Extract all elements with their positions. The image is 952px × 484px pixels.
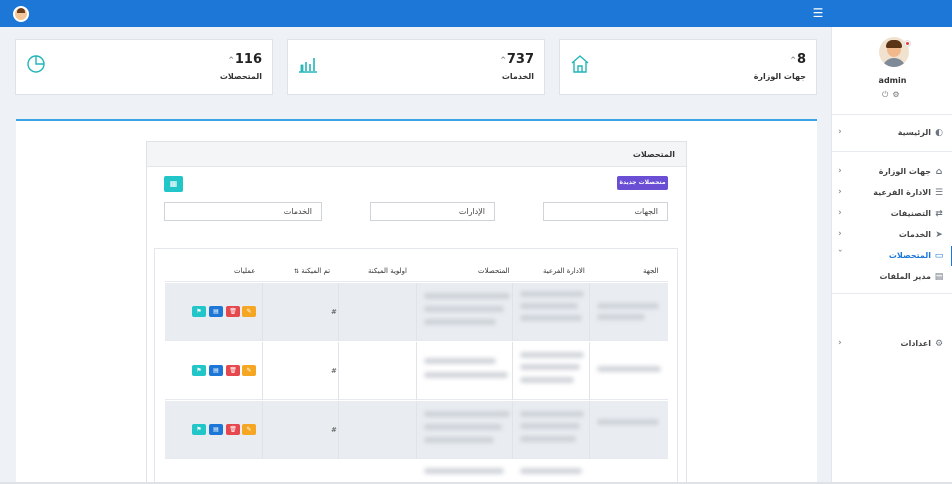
home-icon: ⌂: [935, 167, 943, 177]
sidebar-item-label: المتحصلات: [888, 251, 931, 260]
home-icon: [570, 54, 590, 74]
sidebar-item-settings[interactable]: ⚙ اعدادات ‹: [832, 334, 952, 354]
sidebar-item-categories[interactable]: ⇄ التصنيفات ‹: [832, 204, 952, 224]
sidebar-item-label: اعدادات: [900, 339, 931, 348]
top-navbar: ☰: [0, 0, 952, 27]
automated-value: #: [331, 367, 337, 375]
sidebar-item-label: جهات الوزارة: [878, 167, 931, 176]
delete-button[interactable]: 🗑: [226, 365, 240, 376]
power-icon[interactable]: ⏻: [882, 90, 892, 99]
flag-button[interactable]: ⚑: [192, 424, 206, 435]
stat-label: الخدمات: [501, 72, 534, 81]
list-icon: ☰: [934, 188, 944, 198]
th-entity: الجهة: [643, 267, 659, 275]
view-button[interactable]: ▤: [209, 306, 223, 317]
user-tools: ⏻⚙: [882, 90, 904, 100]
chevron-left-icon: ‹: [838, 187, 842, 197]
view-button[interactable]: ▤: [209, 424, 223, 435]
export-excel-button[interactable]: ▦: [164, 176, 183, 192]
services-select[interactable]: الخدمات: [164, 202, 322, 221]
sidebar-item-label: التصنيفات: [890, 209, 931, 218]
pie-chart-icon: [26, 54, 46, 74]
send-icon: ➤: [935, 230, 943, 240]
delete-button[interactable]: 🗑: [226, 424, 240, 435]
chevron-left-icon: ‹: [838, 338, 842, 348]
file-icon: ▤: [934, 272, 944, 282]
sidebar-divider: [832, 293, 952, 294]
sidebar-item-file-manager[interactable]: ▤ مدير الملفات: [832, 267, 952, 287]
view-button[interactable]: ▤: [209, 365, 223, 376]
automated-value: #: [331, 308, 337, 316]
delete-button[interactable]: 🗑: [226, 306, 240, 317]
gear-icon: ⚙: [934, 339, 944, 349]
shuffle-icon: ⇄: [935, 209, 943, 219]
th-collections: المتحصلات: [478, 267, 510, 275]
sidebar-item-sub-departments[interactable]: ☰ الادارة الفرعية ‹: [832, 183, 952, 203]
th-actions: عمليات: [234, 267, 256, 275]
sidebar: admin ⏻⚙ ◐ الرئيسية ‹ ⌂ جهات الوزارة ‹ ☰…: [831, 27, 952, 484]
th-automated-label: تم الميكنة: [301, 267, 331, 275]
sidebar-item-label: مدير الملفات: [879, 272, 931, 281]
table-row[interactable]: # ⚑ ▤ 🗑 ✎: [165, 283, 668, 341]
th-priority: اولوية الميكنة: [368, 267, 407, 275]
edit-button[interactable]: ✎: [242, 306, 256, 317]
sidebar-item-home[interactable]: ◐ الرئيسية ‹: [832, 123, 952, 143]
row-actions: ⚑ ▤ 🗑 ✎: [192, 306, 256, 317]
table-row[interactable]: # ⚑ ▤ 🗑 ✎: [165, 401, 668, 459]
chevron-left-icon: ‹: [838, 127, 842, 137]
th-automated[interactable]: ⇅ تم الميكنة: [294, 267, 330, 275]
edit-button[interactable]: ✎: [242, 424, 256, 435]
stat-label: المتحصلات: [219, 72, 262, 81]
sidebar-divider: [832, 151, 952, 152]
edit-button[interactable]: ✎: [242, 365, 256, 376]
row-actions: ⚑ ▤ 🗑 ✎: [192, 365, 256, 376]
sidebar-item-label: الادارة الفرعية: [873, 188, 931, 197]
dashboard-icon: ◐: [935, 128, 943, 138]
stat-card-collections[interactable]: ⌃116 المتحصلات: [15, 39, 273, 95]
new-collection-button[interactable]: متحصلات جديدة: [617, 176, 668, 190]
chevron-left-icon: ‹: [838, 208, 842, 218]
sidebar-item-label: الرئيسية: [897, 128, 931, 137]
chevron-left-icon: ‹: [838, 166, 842, 176]
stat-value: ⌃737: [499, 52, 534, 67]
stat-label: جهات الوزارة: [753, 72, 806, 81]
user-avatar-icon[interactable]: [13, 6, 29, 22]
user-name: admin: [878, 76, 907, 85]
table-header-divider: [165, 281, 668, 282]
automated-value: #: [331, 426, 337, 434]
sidebar-item-ministry-entities[interactable]: ⌂ جهات الوزارة ‹: [832, 162, 952, 182]
bar-chart-icon: [298, 54, 318, 74]
flag-button[interactable]: ⚑: [192, 365, 206, 376]
chevron-left-icon: ‹: [838, 229, 842, 239]
row-actions: ⚑ ▤ 🗑 ✎: [192, 424, 256, 435]
file-export-icon: ▦: [169, 179, 178, 188]
departments-select[interactable]: الإدارات: [370, 202, 495, 221]
stat-value: ⌃8: [789, 52, 806, 67]
table-row[interactable]: # ⚑ ▤ 🗑 ✎: [165, 342, 668, 400]
sidebar-item-collections[interactable]: ▭ المتحصلات ˇ: [832, 246, 952, 266]
card-header: المتحصلات: [147, 142, 686, 167]
sidebar-item-label: الخدمات: [898, 230, 931, 239]
stat-card-ministry-entities[interactable]: ⌃8 جهات الوزارة: [559, 39, 817, 95]
flag-button[interactable]: ⚑: [192, 306, 206, 317]
settings-gear-icon[interactable]: ⚙: [892, 90, 903, 99]
status-dot-icon: [904, 40, 911, 47]
entities-select[interactable]: الجهات: [543, 202, 668, 221]
card-icon: ▭: [934, 251, 944, 261]
card-title: المتحصلات: [632, 150, 675, 159]
table-row[interactable]: [165, 460, 668, 484]
stat-card-services[interactable]: ⌃737 الخدمات: [287, 39, 545, 95]
sort-icon: ⇅: [294, 268, 300, 275]
sidebar-divider: [832, 114, 952, 115]
sidebar-item-services[interactable]: ➤ الخدمات ‹: [832, 225, 952, 245]
chevron-down-icon: ˇ: [838, 250, 843, 260]
th-sub-department: الادارة الفرعية: [543, 267, 585, 275]
stat-value: ⌃116: [227, 52, 262, 67]
hamburger-icon[interactable]: ☰: [812, 6, 824, 20]
